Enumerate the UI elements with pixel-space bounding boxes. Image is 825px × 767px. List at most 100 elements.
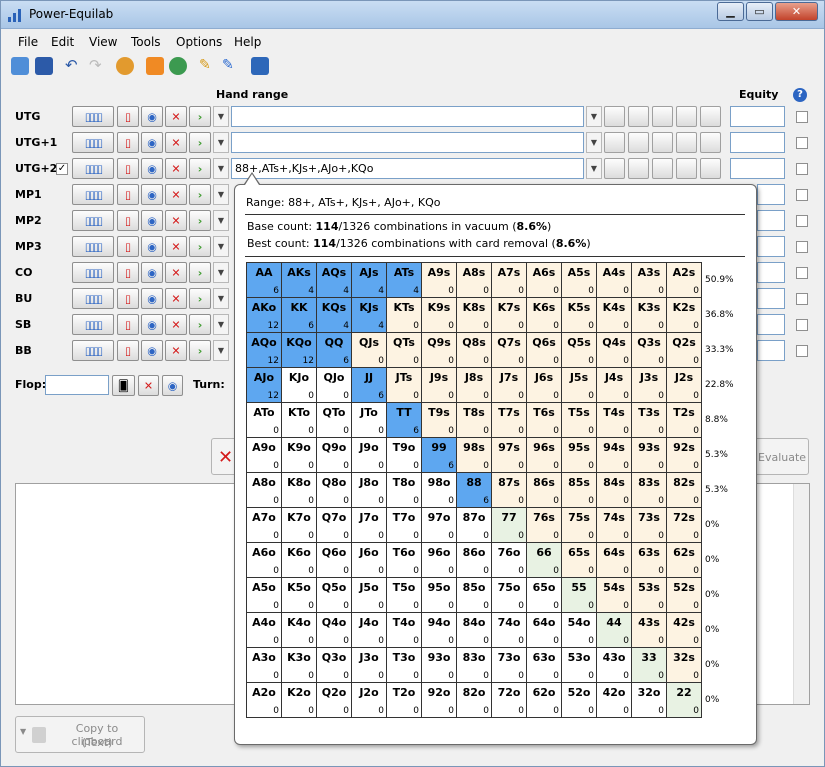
single-card-button[interactable]: ▯ xyxy=(117,262,139,283)
random-button[interactable]: ◉ xyxy=(141,236,163,257)
range-matrix-button[interactable] xyxy=(652,106,673,127)
card-selector-button[interactable]: ▯▯▯▯ xyxy=(72,262,114,283)
range-input[interactable] xyxy=(231,106,584,127)
maximize-button[interactable]: ▭ xyxy=(746,2,773,21)
single-card-button[interactable]: ▯ xyxy=(117,288,139,309)
copy-to-clipboard-button[interactable]: ▼ Copy to clipboard (Text) xyxy=(15,716,145,753)
player-enable-checkbox[interactable] xyxy=(796,111,808,123)
player-enable-checkbox[interactable] xyxy=(796,215,808,227)
card-selector-button[interactable]: ▯▯▯▯ xyxy=(72,106,114,127)
open-icon[interactable] xyxy=(11,57,29,75)
single-card-button[interactable]: ▯ xyxy=(117,314,139,335)
player-enable-checkbox[interactable] xyxy=(796,293,808,305)
range-history-dropdown[interactable]: ▼ xyxy=(213,210,229,231)
card-selector-button[interactable]: ▯▯▯▯ xyxy=(72,314,114,335)
random-button[interactable]: ◉ xyxy=(141,314,163,335)
range-matrix-button[interactable] xyxy=(652,158,673,179)
player-enable-checkbox[interactable] xyxy=(796,189,808,201)
book-icon[interactable] xyxy=(251,57,269,75)
single-card-button[interactable]: ▯ xyxy=(117,210,139,231)
refresh-icon[interactable] xyxy=(169,57,187,75)
clear-button[interactable]: ✕ xyxy=(165,262,187,283)
single-card-button[interactable]: ▯ xyxy=(117,236,139,257)
range-dropdown[interactable]: ▼ xyxy=(586,106,602,127)
menu-file[interactable]: File xyxy=(18,35,38,49)
range-matrix-button[interactable] xyxy=(652,132,673,153)
clear-button[interactable]: ✕ xyxy=(165,132,187,153)
single-card-button[interactable]: ▯ xyxy=(117,340,139,361)
random-button[interactable]: ◉ xyxy=(141,132,163,153)
random-button[interactable]: ◉ xyxy=(141,106,163,127)
redo-icon[interactable]: ↷ xyxy=(89,57,107,75)
help-icon[interactable]: ? xyxy=(793,88,807,102)
range-shape-button[interactable] xyxy=(604,132,625,153)
card-selector-button[interactable]: ▯▯▯▯ xyxy=(72,158,114,179)
range-input[interactable] xyxy=(231,132,584,153)
apply-button[interactable]: › xyxy=(189,158,211,179)
random-button[interactable]: ◉ xyxy=(141,158,163,179)
menu-edit[interactable]: Edit xyxy=(51,35,74,49)
clear-button[interactable]: ✕ xyxy=(165,158,187,179)
card-selector-button[interactable]: ▯▯▯▯ xyxy=(72,340,114,361)
single-card-button[interactable]: ▯ xyxy=(117,106,139,127)
player-enable-checkbox[interactable] xyxy=(796,267,808,279)
range-history-dropdown[interactable]: ▼ xyxy=(213,158,229,179)
menu-help[interactable]: Help xyxy=(234,35,261,49)
apply-button[interactable]: › xyxy=(189,314,211,335)
flop-card-button[interactable]: 🂠 xyxy=(112,375,135,396)
range-chart-button[interactable] xyxy=(700,158,721,179)
flop-clear-button[interactable]: ✕ xyxy=(138,375,159,396)
clear-button[interactable]: ✕ xyxy=(165,314,187,335)
range-fire-button[interactable] xyxy=(676,132,697,153)
edit-icon[interactable]: ✎ xyxy=(222,57,240,75)
card-selector-button[interactable]: ▯▯▯▯ xyxy=(72,184,114,205)
range-history-dropdown[interactable]: ▼ xyxy=(213,184,229,205)
apply-button[interactable]: › xyxy=(189,132,211,153)
apply-button[interactable]: › xyxy=(189,210,211,231)
apply-button[interactable]: › xyxy=(189,236,211,257)
range-input[interactable]: 88+,ATs+,KJs+,AJo+,KQo xyxy=(231,158,584,179)
pencil-icon[interactable]: ✎ xyxy=(199,57,217,75)
card-selector-button[interactable]: ▯▯▯▯ xyxy=(72,132,114,153)
clear-button[interactable]: ✕ xyxy=(165,106,187,127)
range-history-dropdown[interactable]: ▼ xyxy=(213,236,229,257)
range-history-dropdown[interactable]: ▼ xyxy=(213,106,229,127)
menu-options[interactable]: Options xyxy=(176,35,222,49)
apply-button[interactable]: › xyxy=(189,340,211,361)
flop-random-button[interactable]: ◉ xyxy=(162,375,183,396)
settings-icon[interactable] xyxy=(116,57,134,75)
save-icon[interactable] xyxy=(35,57,53,75)
single-card-button[interactable]: ▯ xyxy=(117,184,139,205)
card-selector-button[interactable]: ▯▯▯▯ xyxy=(72,210,114,231)
random-button[interactable]: ◉ xyxy=(141,210,163,231)
range-chart-button[interactable] xyxy=(700,106,721,127)
range-shape-button[interactable] xyxy=(604,158,625,179)
flop-input[interactable] xyxy=(45,375,109,395)
clear-button[interactable]: ✕ xyxy=(165,236,187,257)
card-selector-button[interactable]: ▯▯▯▯ xyxy=(72,236,114,257)
fire-icon[interactable] xyxy=(146,57,164,75)
menu-tools[interactable]: Tools xyxy=(131,35,161,49)
results-scrollbar[interactable] xyxy=(793,484,809,704)
range-chart-button[interactable] xyxy=(700,132,721,153)
range-history-dropdown[interactable]: ▼ xyxy=(213,262,229,283)
range-history-dropdown[interactable]: ▼ xyxy=(213,340,229,361)
player-enable-checkbox[interactable] xyxy=(796,163,808,175)
range-history-dropdown[interactable]: ▼ xyxy=(213,288,229,309)
range-fire-button[interactable] xyxy=(676,106,697,127)
player-enable-checkbox[interactable] xyxy=(796,319,808,331)
range-dropdown[interactable]: ▼ xyxy=(586,158,602,179)
range-table-button[interactable] xyxy=(628,106,649,127)
player-enable-checkbox[interactable] xyxy=(796,241,808,253)
clear-button[interactable]: ✕ xyxy=(165,340,187,361)
single-card-button[interactable]: ▯ xyxy=(117,132,139,153)
undo-icon[interactable]: ↶ xyxy=(65,57,83,75)
random-button[interactable]: ◉ xyxy=(141,184,163,205)
range-shape-button[interactable] xyxy=(604,106,625,127)
range-table-button[interactable] xyxy=(628,132,649,153)
clear-button[interactable]: ✕ xyxy=(165,210,187,231)
player-enable-checkbox[interactable] xyxy=(796,137,808,149)
range-history-dropdown[interactable]: ▼ xyxy=(213,132,229,153)
range-dropdown[interactable]: ▼ xyxy=(586,132,602,153)
single-card-button[interactable]: ▯ xyxy=(117,158,139,179)
